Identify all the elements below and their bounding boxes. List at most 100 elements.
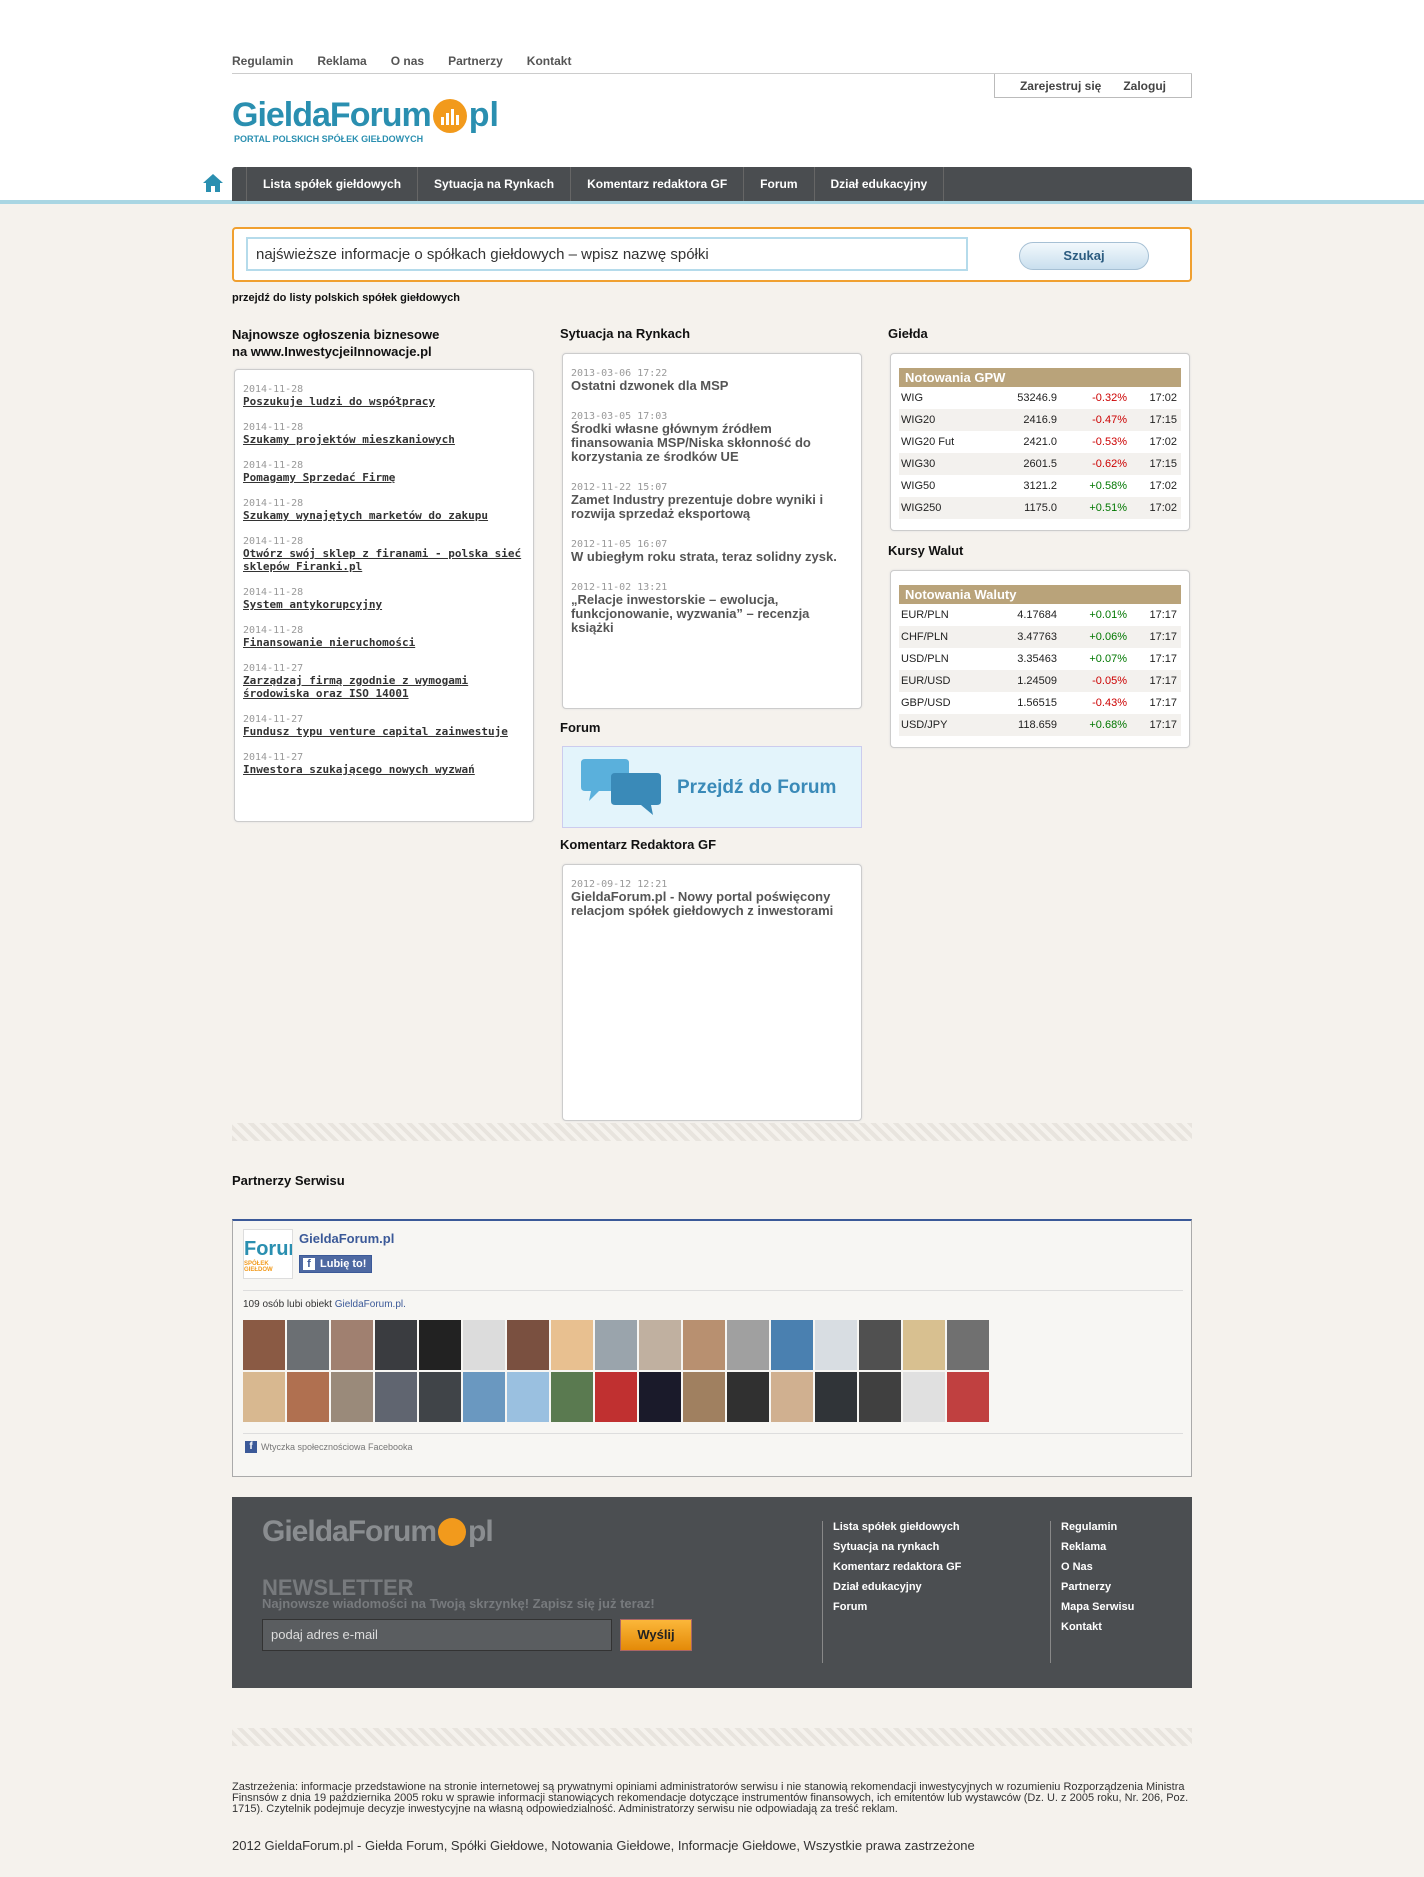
newsletter-email-input[interactable]: podaj adres e-mail: [262, 1619, 612, 1651]
fb-fan-avatar[interactable]: [419, 1372, 461, 1422]
footer-logo[interactable]: GieldaForum pl: [262, 1515, 494, 1549]
item-link[interactable]: W ubiegłym roku strata, teraz solidny zy…: [571, 550, 853, 564]
topnav-partnerzy[interactable]: Partnerzy: [448, 54, 503, 68]
fb-fan-avatar[interactable]: [243, 1372, 285, 1422]
topnav-reklama[interactable]: Reklama: [317, 54, 366, 68]
item-link[interactable]: Szukamy wynajętych marketów do zakupu: [243, 509, 525, 522]
auth-box: Zarejestruj się Zaloguj: [994, 74, 1192, 98]
forum-banner[interactable]: Przejdź do Forum: [562, 746, 862, 828]
fx-title: Notowania Waluty: [899, 585, 1181, 604]
quote-name: CHF/PLN: [901, 631, 949, 643]
fb-fan-avatar[interactable]: [639, 1320, 681, 1370]
fb-fan-avatar[interactable]: [463, 1320, 505, 1370]
nav-edukacja[interactable]: Dział edukacyjny: [815, 167, 945, 201]
fb-fan-avatar[interactable]: [815, 1320, 857, 1370]
item-link[interactable]: Fundusz typu venture capital zainwestuje: [243, 725, 525, 738]
item-link[interactable]: Środki własne głównym źródłem finansowan…: [571, 422, 853, 464]
fb-fan-avatar[interactable]: [551, 1320, 593, 1370]
fb-fan-avatar[interactable]: [639, 1372, 681, 1422]
fb-fan-avatar[interactable]: [683, 1320, 725, 1370]
fb-fan-avatar[interactable]: [507, 1320, 549, 1370]
quote-time: 17:17: [1149, 653, 1177, 665]
footer-link[interactable]: Mapa Serwisu: [1061, 1601, 1134, 1613]
item-link[interactable]: GieldaForum.pl - Nowy portal poświęcony …: [571, 890, 853, 918]
register-link[interactable]: Zarejestruj się: [1020, 79, 1101, 93]
item-date: 2014-11-28: [243, 460, 304, 471]
nav-forum[interactable]: Forum: [744, 167, 815, 201]
footer-link[interactable]: Dział edukacyjny: [833, 1581, 961, 1593]
item-link[interactable]: „Relacje inwestorskie – ewolucja, funkcj…: [571, 593, 853, 635]
nav-komentarz[interactable]: Komentarz redaktora GF: [571, 167, 745, 201]
fb-fan-avatar[interactable]: [815, 1372, 857, 1422]
fb-like-button[interactable]: f Lubię to!: [299, 1255, 373, 1273]
ann-heading-line2[interactable]: na www.InwestycjeiInnowacje.pl: [232, 343, 439, 360]
topnav-kontakt[interactable]: Kontakt: [527, 54, 572, 68]
footer-link[interactable]: Regulamin: [1061, 1521, 1134, 1533]
list-item: 2013-03-05 17:03 Środki własne głównym źr…: [571, 411, 853, 464]
footer-link[interactable]: Sytuacja na rynkach: [833, 1541, 961, 1553]
footer-link[interactable]: O Nas: [1061, 1561, 1134, 1573]
item-link[interactable]: Otwórz swój sklep z firanami - polska si…: [243, 547, 525, 573]
item-link[interactable]: Pomagamy Sprzedać Firmę: [243, 471, 525, 484]
item-link[interactable]: Zarządzaj firmą zgodnie z wymogami środo…: [243, 674, 525, 700]
fb-fan-avatar[interactable]: [727, 1372, 769, 1422]
fb-fan-avatar[interactable]: [771, 1372, 813, 1422]
fb-fan-avatar[interactable]: [375, 1372, 417, 1422]
company-list-link[interactable]: przejdź do listy polskich spółek giełdow…: [232, 292, 460, 304]
comment-heading: Komentarz Redaktora GF: [560, 837, 717, 852]
list-item: 2014-11-28 Pomagamy Sprzedać Firmę: [243, 460, 525, 484]
fb-page-name[interactable]: GieldaForum.pl: [299, 1231, 394, 1246]
fb-fan-avatar[interactable]: [331, 1372, 373, 1422]
fb-fan-avatar[interactable]: [419, 1320, 461, 1370]
fb-fan-avatar[interactable]: [243, 1320, 285, 1370]
topnav-o-nas[interactable]: O nas: [391, 54, 424, 68]
fb-fan-avatar[interactable]: [947, 1372, 989, 1422]
newsletter-send-button[interactable]: Wyślij: [620, 1619, 692, 1651]
home-icon[interactable]: [202, 172, 224, 194]
quote-row: USD/JPY 118.659 +0.68% 17:17: [899, 714, 1181, 736]
fb-fan-avatar[interactable]: [331, 1320, 373, 1370]
nav-sytuacja[interactable]: Sytuacja na Rynkach: [418, 167, 572, 201]
fb-fan-avatar[interactable]: [859, 1320, 901, 1370]
quote-change: -0.43%: [1092, 697, 1127, 709]
quote-change: -0.47%: [1092, 414, 1127, 426]
site-logo[interactable]: GieldaForum pl: [232, 96, 499, 135]
fb-fan-avatar[interactable]: [287, 1320, 329, 1370]
footer-link[interactable]: Partnerzy: [1061, 1581, 1134, 1593]
search-input[interactable]: [246, 237, 968, 271]
fb-fan-avatar[interactable]: [727, 1320, 769, 1370]
item-link[interactable]: Szukamy projektów mieszkaniowych: [243, 433, 525, 446]
footer-link[interactable]: Kontakt: [1061, 1621, 1134, 1633]
fb-page-logo[interactable]: Forum SPÓŁEK GIEŁDOW: [243, 1229, 293, 1279]
fb-fan-avatar[interactable]: [375, 1320, 417, 1370]
item-link[interactable]: Poszukuje ludzi do współpracy: [243, 395, 525, 408]
fb-plugin-text[interactable]: Wtyczka społecznościowa Facebooka: [261, 1442, 413, 1452]
quote-time: 17:02: [1149, 436, 1177, 448]
item-link[interactable]: Inwestora szukającego nowych wyzwań: [243, 763, 525, 776]
fb-fan-avatar[interactable]: [903, 1372, 945, 1422]
fb-fan-avatar[interactable]: [771, 1320, 813, 1370]
footer-link[interactable]: Komentarz redaktora GF: [833, 1561, 961, 1573]
item-link[interactable]: Zamet Industry prezentuje dobre wyniki i…: [571, 493, 853, 521]
fb-fan-avatar[interactable]: [859, 1372, 901, 1422]
search-button[interactable]: Szukaj: [1019, 242, 1149, 270]
fb-fan-avatar[interactable]: [551, 1372, 593, 1422]
footer-link[interactable]: Reklama: [1061, 1541, 1134, 1553]
login-link[interactable]: Zaloguj: [1123, 79, 1166, 93]
fb-fan-avatar[interactable]: [947, 1320, 989, 1370]
fb-fan-avatar[interactable]: [287, 1372, 329, 1422]
fb-fan-avatar[interactable]: [595, 1320, 637, 1370]
footer-link[interactable]: Forum: [833, 1601, 961, 1613]
fb-fan-avatar[interactable]: [595, 1372, 637, 1422]
item-link[interactable]: Ostatni dzwonek dla MSP: [571, 379, 853, 393]
item-link[interactable]: Finansowanie nieruchomości: [243, 636, 525, 649]
item-link[interactable]: System antykorupcyjny: [243, 598, 525, 611]
fb-fan-avatar[interactable]: [463, 1372, 505, 1422]
fb-count-link[interactable]: GieldaForum.pl.: [335, 1299, 406, 1310]
topnav-regulamin[interactable]: Regulamin: [232, 54, 293, 68]
footer-link[interactable]: Lista spółek giełdowych: [833, 1521, 961, 1533]
fb-fan-avatar[interactable]: [683, 1372, 725, 1422]
fb-fan-avatar[interactable]: [903, 1320, 945, 1370]
fb-fan-avatar[interactable]: [507, 1372, 549, 1422]
nav-lista-spolek[interactable]: Lista spółek giełdowych: [246, 167, 419, 201]
